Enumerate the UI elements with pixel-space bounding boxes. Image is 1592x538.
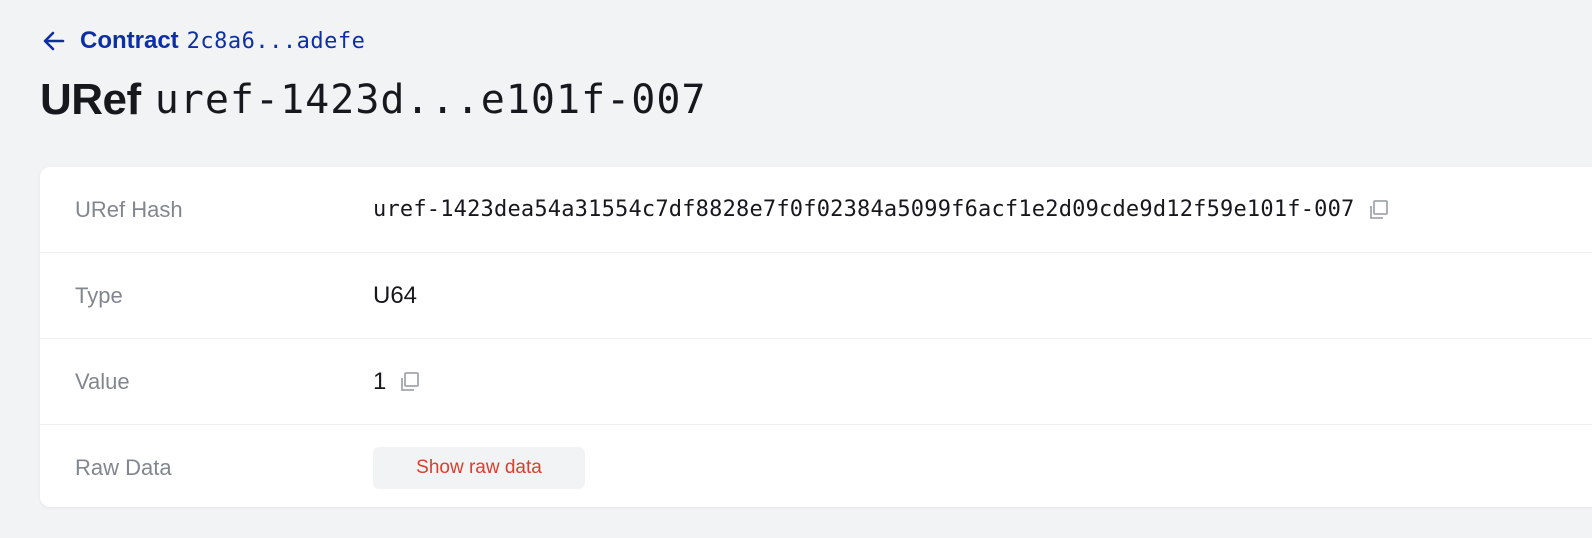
page-title: URef uref-1423d...e101f-007 xyxy=(40,70,707,130)
raw-data-value-container: Show raw data xyxy=(373,446,585,489)
value-value: 1 xyxy=(373,367,387,395)
page: Contract 2c8a6...adefe URef uref-1423d..… xyxy=(0,0,1592,538)
show-raw-data-button[interactable]: Show raw data xyxy=(373,446,585,489)
copy-icon[interactable] xyxy=(1365,197,1391,223)
type-label: Type xyxy=(75,282,123,308)
page-title-hash: uref-1423d...e101f-007 xyxy=(154,77,707,123)
value-value-container: 1 xyxy=(373,368,422,396)
copy-icon[interactable] xyxy=(396,369,422,395)
type-value: U64 xyxy=(373,281,418,309)
uref-hash-label: URef Hash xyxy=(75,196,183,222)
breadcrumb[interactable]: Contract 2c8a6...adefe xyxy=(40,26,365,56)
raw-data-label: Raw Data xyxy=(75,454,172,480)
details-card: URef Hash uref-1423dea54a31554c7df8828e7… xyxy=(40,167,1592,507)
type-row: Type U64 xyxy=(40,253,1592,339)
breadcrumb-label[interactable]: Contract xyxy=(80,27,179,55)
uref-hash-value-container: uref-1423dea54a31554c7df8828e7f0f02384a5… xyxy=(373,197,1391,223)
uref-hash-row: URef Hash uref-1423dea54a31554c7df8828e7… xyxy=(40,167,1592,253)
value-row: Value 1 xyxy=(40,339,1592,425)
breadcrumb-contract-hash[interactable]: 2c8a6...adefe xyxy=(187,29,366,54)
arrow-left-icon[interactable] xyxy=(40,27,68,55)
value-label: Value xyxy=(75,368,130,394)
page-title-label: URef xyxy=(40,75,141,124)
raw-data-row: Raw Data Show raw data xyxy=(40,425,1592,510)
uref-hash-value: uref-1423dea54a31554c7df8828e7f0f02384a5… xyxy=(373,197,1355,222)
type-value-container: U64 xyxy=(373,282,417,310)
